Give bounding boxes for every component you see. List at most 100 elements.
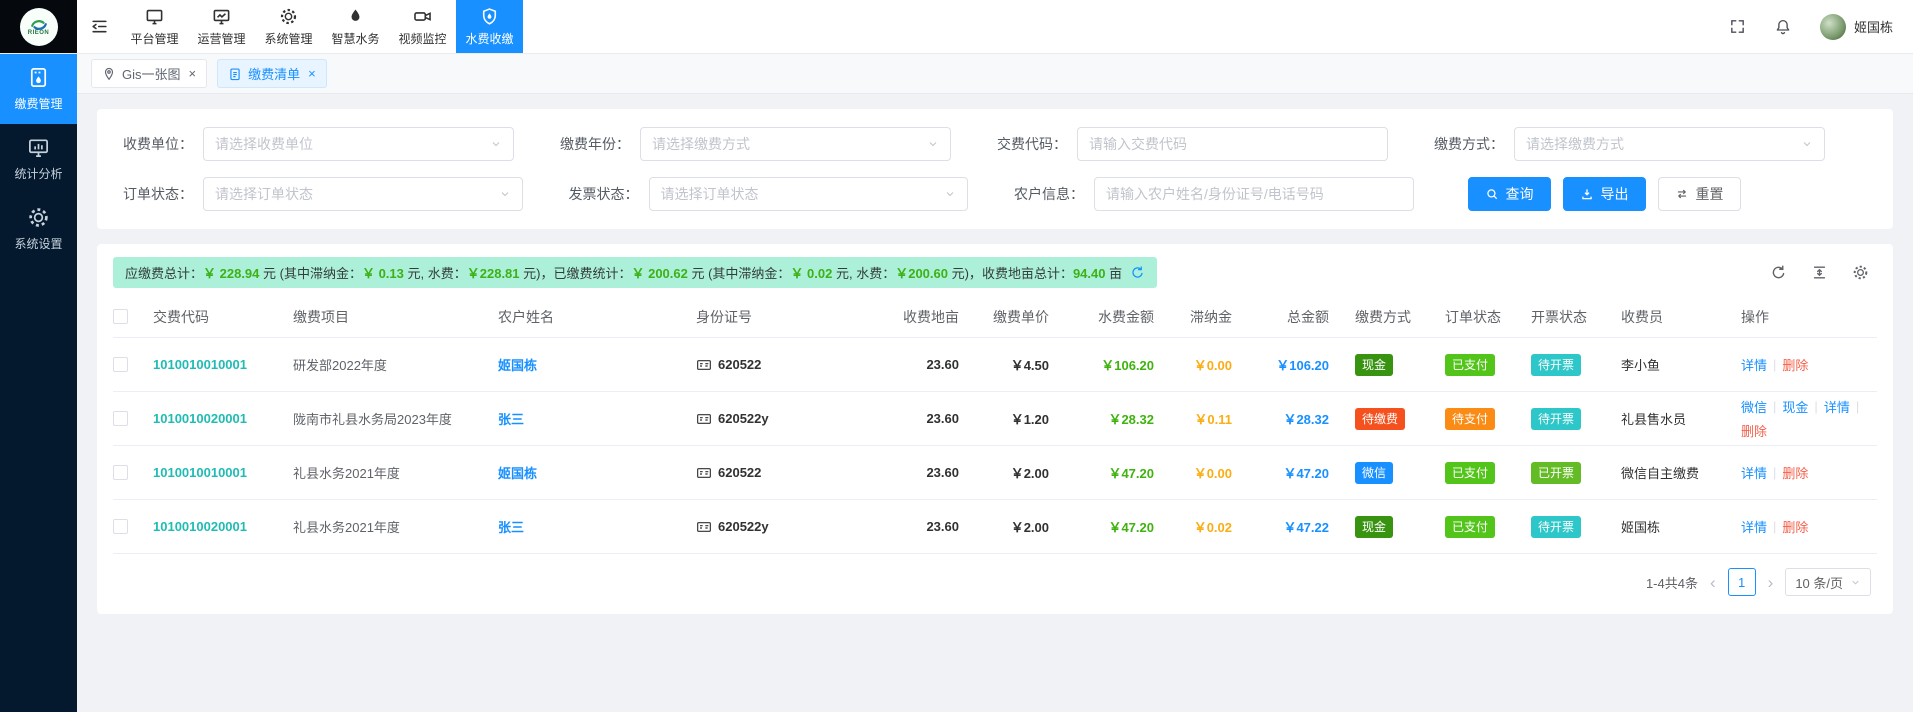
sidebar-item-statistics[interactable]: 统计分析 bbox=[0, 124, 77, 194]
nav-item-platform[interactable]: 平台管理 bbox=[121, 0, 188, 53]
pay-method-select[interactable]: 请选择缴费方式 bbox=[1514, 127, 1825, 161]
delete-action-link[interactable]: 删除 bbox=[1782, 517, 1808, 536]
reset-button[interactable]: 重置 bbox=[1658, 177, 1741, 211]
delete-action-link[interactable]: 删除 bbox=[1741, 421, 1767, 440]
nav-item-operation[interactable]: 运营管理 bbox=[188, 0, 255, 53]
row-action-link[interactable]: 微信 bbox=[1741, 397, 1767, 416]
order-status-badge: 待支付 bbox=[1445, 408, 1495, 430]
close-icon[interactable]: × bbox=[189, 67, 197, 80]
cell-unit-price: ￥2.00 bbox=[973, 517, 1063, 536]
tab-gis-map[interactable]: Gis一张图 × bbox=[91, 59, 207, 88]
menu-fold-icon[interactable] bbox=[77, 0, 121, 53]
charge-unit-select[interactable]: 请选择收费单位 bbox=[203, 127, 514, 161]
row-action-link[interactable]: 详情 bbox=[1741, 355, 1767, 374]
col-header: 开票状态 bbox=[1531, 307, 1621, 327]
summary-segment: 收费地亩总计： bbox=[982, 266, 1073, 281]
farmer-name-link[interactable]: 姬国栋 bbox=[498, 466, 537, 481]
cell-collector: 姬国栋 bbox=[1621, 517, 1741, 536]
row-checkbox[interactable] bbox=[113, 465, 128, 480]
row-checkbox[interactable] bbox=[113, 411, 128, 426]
summary-bar: 应缴费总计：￥ 228.94 元 (其中滞纳金：￥ 0.13 元, 水费：￥22… bbox=[113, 257, 1157, 288]
search-button[interactable]: 查询 bbox=[1468, 177, 1551, 211]
farmer-info-input[interactable] bbox=[1094, 177, 1414, 211]
column-setting-gear-icon[interactable] bbox=[1852, 264, 1869, 281]
prev-page-icon[interactable]: ‹ bbox=[1710, 574, 1716, 591]
app-logo: RIEON bbox=[0, 0, 77, 53]
farmer-name-link[interactable]: 张三 bbox=[498, 412, 524, 427]
order-status-badge: 已支付 bbox=[1445, 462, 1495, 484]
summary-segment: 水费： bbox=[856, 266, 895, 281]
invoice-status-badge: 待开票 bbox=[1531, 408, 1581, 430]
tab-payment-list[interactable]: 缴费清单 × bbox=[217, 59, 327, 88]
next-page-icon[interactable]: › bbox=[1768, 574, 1774, 591]
cell-pay-code: 1010010020001 bbox=[153, 519, 293, 534]
order-status-badge: 已支付 bbox=[1445, 516, 1495, 538]
farmer-name-link[interactable]: 张三 bbox=[498, 520, 524, 535]
close-icon[interactable]: × bbox=[308, 67, 316, 80]
select-placeholder: 请选择订单状态 bbox=[215, 184, 499, 204]
col-header: 滞纳金 bbox=[1168, 307, 1246, 327]
row-action-link[interactable]: 详情 bbox=[1741, 517, 1767, 536]
download-icon bbox=[1580, 187, 1594, 201]
cell-actions: 详情|删除 bbox=[1741, 355, 1877, 374]
table-panel: 应缴费总计：￥ 228.94 元 (其中滞纳金：￥ 0.13 元, 水费：￥22… bbox=[97, 244, 1893, 614]
sidebar-item-payment[interactable]: 缴费管理 bbox=[0, 54, 77, 124]
summary-segment: (其中滞纳金： bbox=[280, 266, 362, 281]
bell-icon[interactable] bbox=[1774, 18, 1792, 36]
cell-collector: 礼县售水员 bbox=[1621, 409, 1741, 428]
reload-icon[interactable] bbox=[1770, 264, 1787, 281]
farmer-name-link[interactable]: 姬国栋 bbox=[498, 358, 537, 373]
export-button[interactable]: 导出 bbox=[1563, 177, 1646, 211]
col-header: 水费金额 bbox=[1063, 307, 1168, 327]
id-card-number: 620522 bbox=[718, 357, 761, 372]
delete-action-link[interactable]: 删除 bbox=[1782, 355, 1808, 374]
summary-segment: 94.40 bbox=[1073, 266, 1106, 281]
row-action-link[interactable]: 详情 bbox=[1741, 463, 1767, 482]
user-menu[interactable]: 姬国栋 bbox=[1820, 14, 1893, 40]
nav-item-video[interactable]: 视频监控 bbox=[389, 0, 456, 53]
button-label: 查询 bbox=[1506, 184, 1534, 204]
nav-item-smart-water[interactable]: 智慧水务 bbox=[322, 0, 389, 53]
sidebar-item-settings[interactable]: 系统设置 bbox=[0, 194, 77, 264]
density-icon[interactable] bbox=[1811, 264, 1828, 281]
select-placeholder: 请选择缴费方式 bbox=[652, 134, 927, 154]
tab-label: 缴费清单 bbox=[248, 64, 300, 83]
chart-monitor-icon bbox=[212, 7, 231, 26]
page-size-select[interactable]: 10 条/页 bbox=[1785, 568, 1871, 596]
fullscreen-icon[interactable] bbox=[1729, 18, 1746, 35]
order-status-select[interactable]: 请选择订单状态 bbox=[203, 177, 523, 211]
id-card-icon bbox=[696, 519, 712, 535]
avatar bbox=[1820, 14, 1846, 40]
payment-year-select[interactable]: 请选择缴费方式 bbox=[640, 127, 951, 161]
row-checkbox[interactable] bbox=[113, 519, 128, 534]
id-card-number: 620522y bbox=[718, 519, 769, 534]
page-number[interactable]: 1 bbox=[1728, 568, 1756, 596]
logo-text: RIEON bbox=[28, 30, 50, 36]
invoice-status-badge: 待开票 bbox=[1531, 516, 1581, 538]
nav-item-label: 系统管理 bbox=[264, 30, 312, 47]
cell-unit-price: ￥2.00 bbox=[973, 463, 1063, 482]
id-card-icon bbox=[696, 357, 712, 373]
summary-segment: 亩 bbox=[1106, 266, 1123, 281]
settings-gear-icon bbox=[27, 206, 50, 229]
select-all-checkbox[interactable] bbox=[113, 309, 128, 324]
summary-refresh-icon[interactable] bbox=[1130, 265, 1145, 280]
invoice-status-select[interactable]: 请选择订单状态 bbox=[649, 177, 969, 211]
id-card-icon bbox=[696, 411, 712, 427]
cell-late-fee: ￥0.02 bbox=[1168, 517, 1246, 536]
row-action-link[interactable]: 现金 bbox=[1782, 397, 1808, 416]
action-separator: | bbox=[1814, 399, 1817, 414]
nav-item-system[interactable]: 系统管理 bbox=[255, 0, 322, 53]
cell-actions: 详情|删除 bbox=[1741, 463, 1877, 482]
row-checkbox[interactable] bbox=[113, 357, 128, 372]
row-action-link[interactable]: 详情 bbox=[1824, 397, 1850, 416]
pay-code-input[interactable] bbox=[1077, 127, 1388, 161]
chevron-down-icon bbox=[499, 188, 511, 200]
filter-payment-year: 缴费年份： 请选择缴费方式 bbox=[558, 127, 995, 161]
chevron-down-icon bbox=[1801, 138, 1813, 150]
chevron-down-icon bbox=[1850, 577, 1861, 588]
cell-late-fee: ￥0.00 bbox=[1168, 463, 1246, 482]
nav-item-water-fee[interactable]: 水费收缴 bbox=[456, 0, 523, 53]
delete-action-link[interactable]: 删除 bbox=[1782, 463, 1808, 482]
water-drop-icon bbox=[346, 7, 365, 26]
